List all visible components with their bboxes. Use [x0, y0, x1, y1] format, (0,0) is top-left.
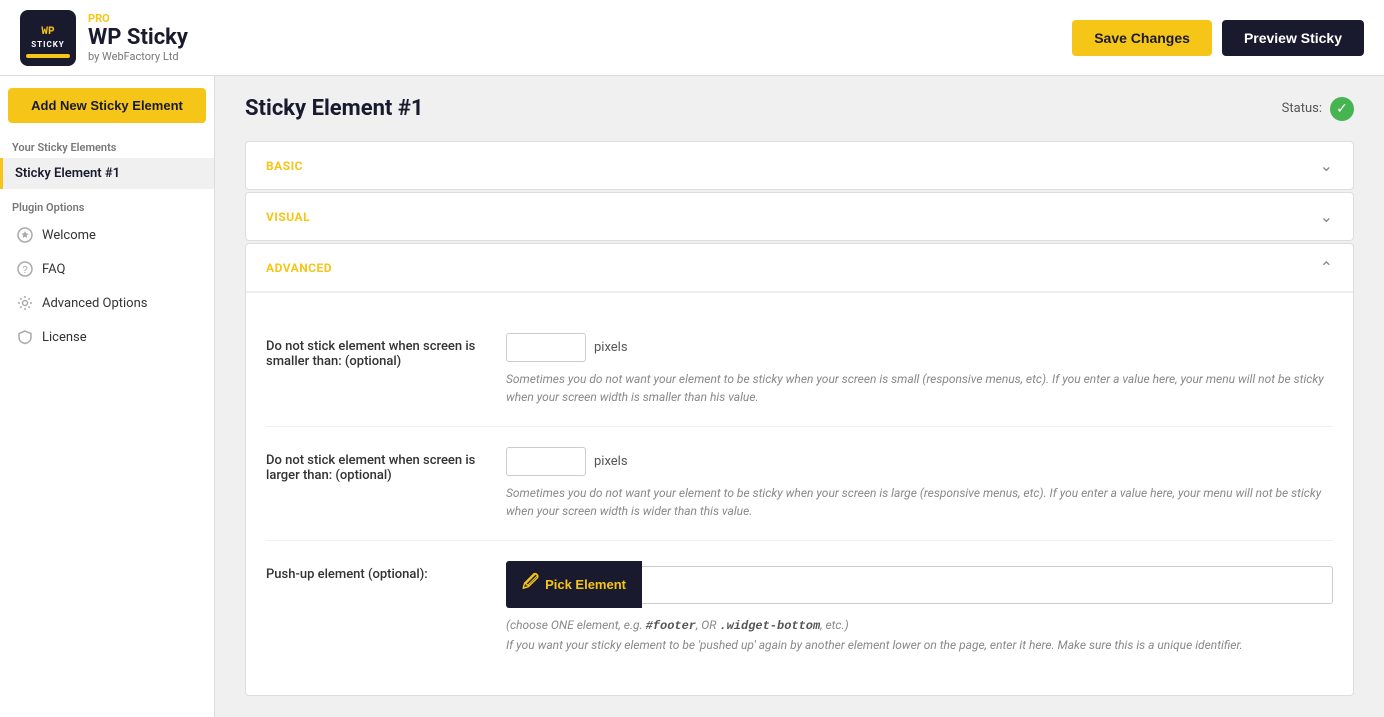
app-title: WP Sticky	[88, 25, 188, 50]
basic-section-title: BASIC	[266, 159, 303, 173]
plugin-options-label: Plugin Options	[0, 189, 214, 218]
advanced-section-content: Do not stick element when screen is smal…	[246, 292, 1353, 695]
visual-section-header[interactable]: VISUAL ⌄	[246, 193, 1353, 240]
sidebar-item-license[interactable]: License	[0, 320, 214, 354]
basic-section: BASIC ⌄	[245, 141, 1354, 190]
logo-box: WP STICKY	[20, 10, 76, 66]
larger-than-field-row: Do not stick element when screen is larg…	[266, 427, 1333, 541]
sticky-elements-label: Your Sticky Elements	[0, 135, 214, 158]
advanced-section-title: ADVANCED	[266, 261, 332, 275]
advanced-section-header[interactable]: ADVANCED ⌃	[246, 244, 1353, 292]
save-changes-button[interactable]: Save Changes	[1072, 20, 1212, 56]
add-new-sticky-button[interactable]: Add New Sticky Element	[8, 88, 206, 123]
larger-than-input[interactable]	[506, 447, 586, 476]
shield-icon	[16, 328, 34, 346]
main-content: Sticky Element #1 Status: ✓ BASIC ⌄ VISU…	[215, 76, 1384, 717]
status-check-icon: ✓	[1330, 97, 1354, 121]
preview-sticky-button[interactable]: Preview Sticky	[1222, 20, 1364, 56]
push-up-field-row: Push-up element (optional): 🖉 Pick Eleme…	[266, 541, 1333, 675]
push-up-label: Push-up element (optional):	[266, 561, 486, 582]
logo-pro-badge: PRO	[88, 12, 188, 25]
pick-hint-1: (choose ONE element, e.g. #footer, OR .w…	[506, 616, 1333, 636]
larger-than-input-area: pixels Sometimes you do not want your el…	[506, 447, 1333, 520]
smaller-than-input-group: pixels	[506, 333, 1333, 362]
star-icon	[16, 226, 34, 244]
visual-section: VISUAL ⌄	[245, 192, 1354, 241]
pick-element-label: Pick Element	[545, 577, 626, 592]
svg-text:?: ?	[22, 265, 28, 276]
sidebar-item-welcome[interactable]: Welcome	[0, 218, 214, 252]
status-area: Status: ✓	[1282, 97, 1354, 121]
sidebar: Add New Sticky Element Your Sticky Eleme…	[0, 76, 215, 717]
page-header: Sticky Element #1 Status: ✓	[245, 96, 1354, 121]
smaller-than-suffix: pixels	[594, 340, 628, 355]
header-actions: Save Changes Preview Sticky	[1072, 20, 1364, 56]
pick-element-group: 🖉 Pick Element	[506, 561, 1333, 608]
layout: Add New Sticky Element Your Sticky Eleme…	[0, 76, 1384, 717]
basic-section-header[interactable]: BASIC ⌄	[246, 142, 1353, 189]
license-label: License	[42, 330, 87, 345]
welcome-label: Welcome	[42, 228, 96, 243]
settings-icon	[16, 294, 34, 312]
larger-than-suffix: pixels	[594, 454, 628, 469]
smaller-than-input[interactable]	[506, 333, 586, 362]
smaller-than-input-area: pixels Sometimes you do not want your el…	[506, 333, 1333, 406]
page-title: Sticky Element #1	[245, 96, 423, 121]
visual-chevron-icon: ⌄	[1320, 207, 1333, 226]
sidebar-item-sticky-element-1[interactable]: Sticky Element #1	[0, 158, 214, 189]
pick-element-button[interactable]: 🖉 Pick Element	[506, 561, 642, 608]
advanced-chevron-icon: ⌃	[1320, 258, 1333, 277]
basic-chevron-icon: ⌄	[1320, 156, 1333, 175]
larger-than-input-group: pixels	[506, 447, 1333, 476]
advanced-section: ADVANCED ⌃ Do not stick element when scr…	[245, 243, 1354, 696]
sidebar-item-advanced-options[interactable]: Advanced Options	[0, 286, 214, 320]
sidebar-item-faq[interactable]: ? FAQ	[0, 252, 214, 286]
smaller-than-label: Do not stick element when screen is smal…	[266, 333, 486, 369]
push-up-input-area: 🖉 Pick Element (choose ONE element, e.g.…	[506, 561, 1333, 655]
smaller-than-hint: Sometimes you do not want your element t…	[506, 370, 1333, 406]
faq-label: FAQ	[42, 262, 65, 277]
status-label: Status:	[1282, 101, 1322, 116]
visual-section-title: VISUAL	[266, 210, 310, 224]
help-icon: ?	[16, 260, 34, 278]
pick-element-input[interactable]	[642, 566, 1333, 604]
smaller-than-field-row: Do not stick element when screen is smal…	[266, 313, 1333, 427]
pick-hint-2: If you want your sticky element to be 'p…	[506, 636, 1333, 655]
logo-area: WP STICKY PRO WP Sticky by WebFactory Lt…	[20, 10, 188, 66]
logo-text: PRO WP Sticky by WebFactory Ltd	[88, 12, 188, 63]
larger-than-hint: Sometimes you do not want your element t…	[506, 484, 1333, 520]
logo-by: by WebFactory Ltd	[88, 50, 188, 63]
advanced-options-label: Advanced Options	[42, 296, 147, 311]
larger-than-label: Do not stick element when screen is larg…	[266, 447, 486, 483]
pick-icon: 🖉	[522, 571, 539, 598]
header: WP STICKY PRO WP Sticky by WebFactory Lt…	[0, 0, 1384, 76]
